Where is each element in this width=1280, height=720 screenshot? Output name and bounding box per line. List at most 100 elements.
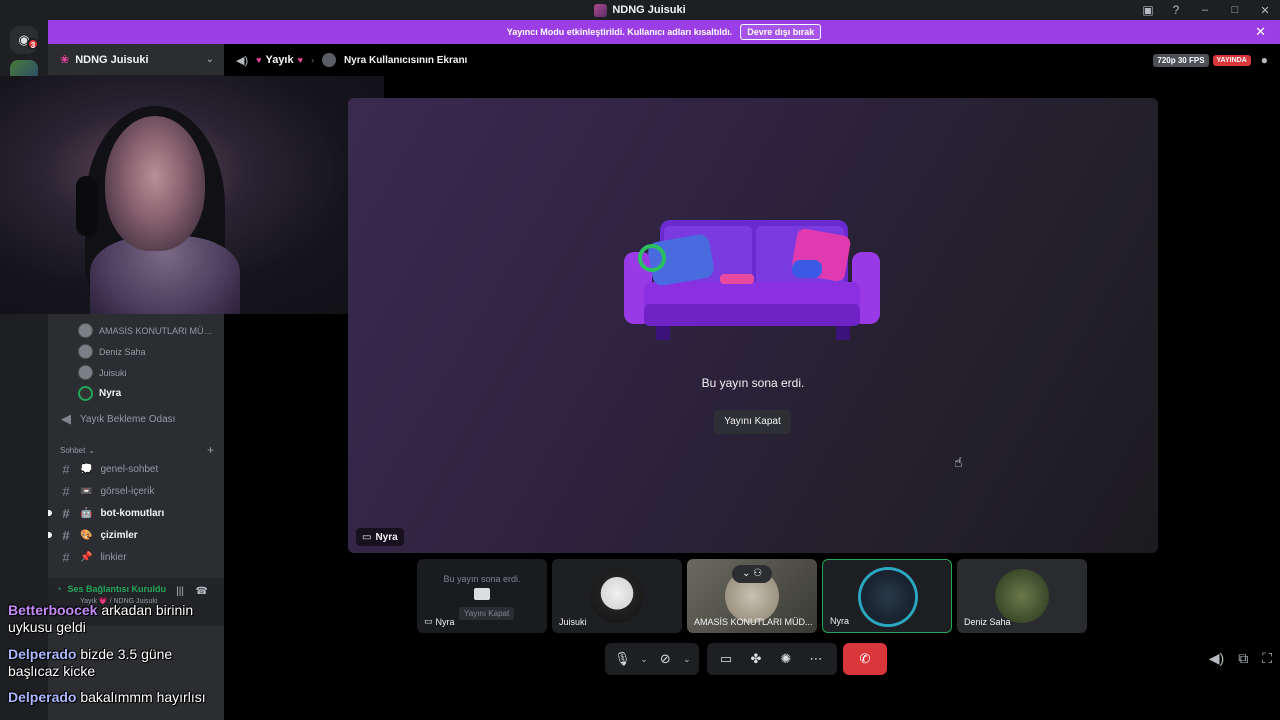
avatar (78, 323, 93, 338)
voice-channel-title[interactable]: ♥ Yayık ♥ (256, 54, 303, 66)
avatar (78, 386, 93, 401)
unread-indicator (48, 532, 52, 538)
headphone-icon (76, 176, 98, 236)
microphone-icon[interactable]: 🎙 (611, 646, 634, 672)
server-name: NDNG Juisuki (75, 53, 149, 66)
hash-icon: # (62, 483, 70, 499)
screen-share-icon: ▭ (424, 616, 433, 626)
waiting-room-channel[interactable]: ◀ Yayık Bekleme Odası (48, 408, 224, 430)
chevron-down-icon[interactable]: ⌄ (681, 654, 693, 665)
channel-linkier[interactable]: # 📌 linkier (48, 546, 224, 568)
voice-status: ◔ Ses Bağlantısı Kuruldu (56, 584, 166, 594)
maximize-button[interactable]: □ (1220, 4, 1250, 16)
participant-tile[interactable]: Bu yayın sona erdi. Yayını Kapat ▭ Nyra (417, 559, 547, 633)
channel-emoji: 💭 (80, 463, 93, 475)
screen-share-icon: ▭ (362, 531, 372, 543)
heart-icon: ♥ (297, 55, 303, 65)
tile-ended-text: Bu yayın sona erdi. (443, 574, 521, 584)
chevron-down-icon: ⌄ (88, 445, 96, 455)
tile-name: ▭ Nyra (424, 616, 455, 627)
close-stream-button[interactable]: Yayını Kapat (714, 410, 791, 434)
channel-bot-komutlari[interactable]: # 🤖 bot-komutları (48, 502, 224, 524)
tile-close-stream-button[interactable]: Yayını Kapat (459, 607, 515, 620)
voice-user[interactable]: Nyra (48, 383, 224, 404)
channel-emoji: 📌 (80, 551, 93, 563)
disable-streamer-mode-button[interactable]: Devre dışı bırak (740, 24, 822, 40)
participants-toggle-button[interactable]: ⌄ ⚇ (732, 565, 772, 583)
more-options-icon[interactable]: ⋯ (803, 646, 829, 672)
chat-message: Delperado bizde 3.5 güne başlıcaz kicke (8, 646, 172, 680)
participant-tile[interactable]: Deniz Saha (957, 559, 1087, 633)
avatar (78, 365, 93, 380)
chat-text: bakalımmm hayırlısı (80, 689, 206, 705)
leave-call-button[interactable]: ✆ (843, 643, 887, 675)
avatar (590, 569, 644, 623)
fullscreen-icon[interactable]: ⛶ (1262, 650, 1272, 667)
activity-controls: ▭ ✤ ✺ ⋯ (707, 643, 837, 675)
screen-share-icon[interactable]: ▭ (713, 646, 739, 672)
minimize-button[interactable]: – (1190, 4, 1220, 16)
channel-list: # 💭 genel-sohbet # 📼 görsel-içerik # 🤖 b… (48, 458, 224, 568)
channel-emoji: 📼 (80, 485, 93, 497)
chat-bubble-icon[interactable]: ● (1261, 53, 1268, 67)
camera-off-icon[interactable]: ⊘ (654, 646, 677, 672)
tile-name: Nyra (830, 616, 850, 626)
close-window-button[interactable]: ✕ (1250, 4, 1280, 17)
category-name: Sohbet (60, 445, 86, 455)
voice-user-name: Juisuki (99, 367, 127, 378)
screen-title: Nyra Kullanıcısının Ekranı (343, 54, 468, 66)
channel-genel-sohbet[interactable]: # 💭 genel-sohbet (48, 458, 224, 480)
voice-user-list: AMASİS KONUTLARI MÜD... Deniz Saha Juisu… (48, 320, 224, 404)
hash-icon: # (62, 461, 70, 477)
activities-icon[interactable]: ✤ (743, 646, 769, 672)
soundboard-icon[interactable]: ✺ (773, 646, 799, 672)
voice-user[interactable]: AMASİS KONUTLARI MÜD... (48, 320, 224, 341)
streamer-mode-banner: Yayıncı Modu etkinleştirildi. Kullanıcı … (48, 20, 1280, 44)
chevron-down-icon[interactable]: ⌄ (206, 54, 214, 65)
streamer-face (105, 116, 205, 251)
voice-user[interactable]: Deniz Saha (48, 341, 224, 362)
volume-icon[interactable]: ◀) (1209, 650, 1224, 667)
window-title: NDNG Juisuki (594, 3, 686, 17)
live-badge: YAYINDA (1212, 54, 1251, 66)
banner-message: Yayıncı Modu etkinleştirildi. Kullanıcı … (506, 27, 733, 37)
channel-name: Yayık Bekleme Odası (80, 413, 176, 425)
noise-suppression-icon[interactable]: ||| (176, 586, 184, 597)
nametag-text: Nyra (375, 531, 398, 543)
tile-name: Juisuki (559, 617, 587, 627)
mouse-cursor-icon: ☝ (954, 454, 963, 470)
channel-name: genel-sohbet (100, 463, 159, 475)
chat-text-cont: uykusu geldi (8, 619, 86, 635)
window-titlebar: NDNG Juisuki ▣ ? – □ ✕ (0, 0, 1280, 20)
channel-cizimler[interactable]: # 🎨 çizimler (48, 524, 224, 546)
chat-text: arkadan birinin (101, 602, 194, 618)
participant-tile[interactable]: Nyra (822, 559, 952, 633)
avatar (861, 570, 915, 624)
help-icon[interactable]: ? (1162, 3, 1190, 17)
stage-view-controls: ◀) ⧉ ⛶ (1209, 650, 1272, 667)
voice-user[interactable]: Juisuki (48, 362, 224, 383)
server-header[interactable]: ❀ NDNG Juisuki ⌄ (48, 44, 224, 76)
channel-gorsel-icerik[interactable]: # 📼 görsel-içerik (48, 480, 224, 502)
add-channel-icon[interactable]: + (207, 443, 214, 457)
close-banner-icon[interactable]: ✕ (1255, 24, 1266, 40)
stream-quality-badge: 720p 30 FPS (1153, 53, 1209, 67)
stream-nametag: ▭ Nyra (356, 528, 404, 546)
speaker-icon: ◀) (236, 54, 249, 67)
notification-badge: 3 (27, 38, 39, 50)
category-header[interactable]: Sohbet ⌄ + (48, 442, 224, 458)
signal-icon: ◔ (56, 584, 62, 594)
voice-user-name: Nyra (99, 388, 122, 399)
participant-tile[interactable]: Juisuki (552, 559, 682, 633)
avatar (78, 344, 93, 359)
chat-text: bizde 3.5 güne (80, 646, 173, 662)
chevron-down-icon[interactable]: ⌄ (638, 654, 650, 665)
pop-out-icon[interactable]: ⧉ (1238, 650, 1248, 667)
voice-status-text: Ses Bağlantısı Kuruldu (67, 584, 166, 594)
disconnect-icon[interactable]: ☎ (196, 586, 208, 597)
webcam-overlay (0, 76, 384, 314)
chat-message: Delperado bakalımmm hayırlısı (8, 689, 206, 706)
inbox-icon[interactable]: ▣ (1134, 3, 1162, 17)
participant-tile[interactable]: ⌄ ⚇ AMASİS KONUTLARI MÜD... (687, 559, 817, 633)
chat-username: Betterboocek (8, 602, 98, 618)
